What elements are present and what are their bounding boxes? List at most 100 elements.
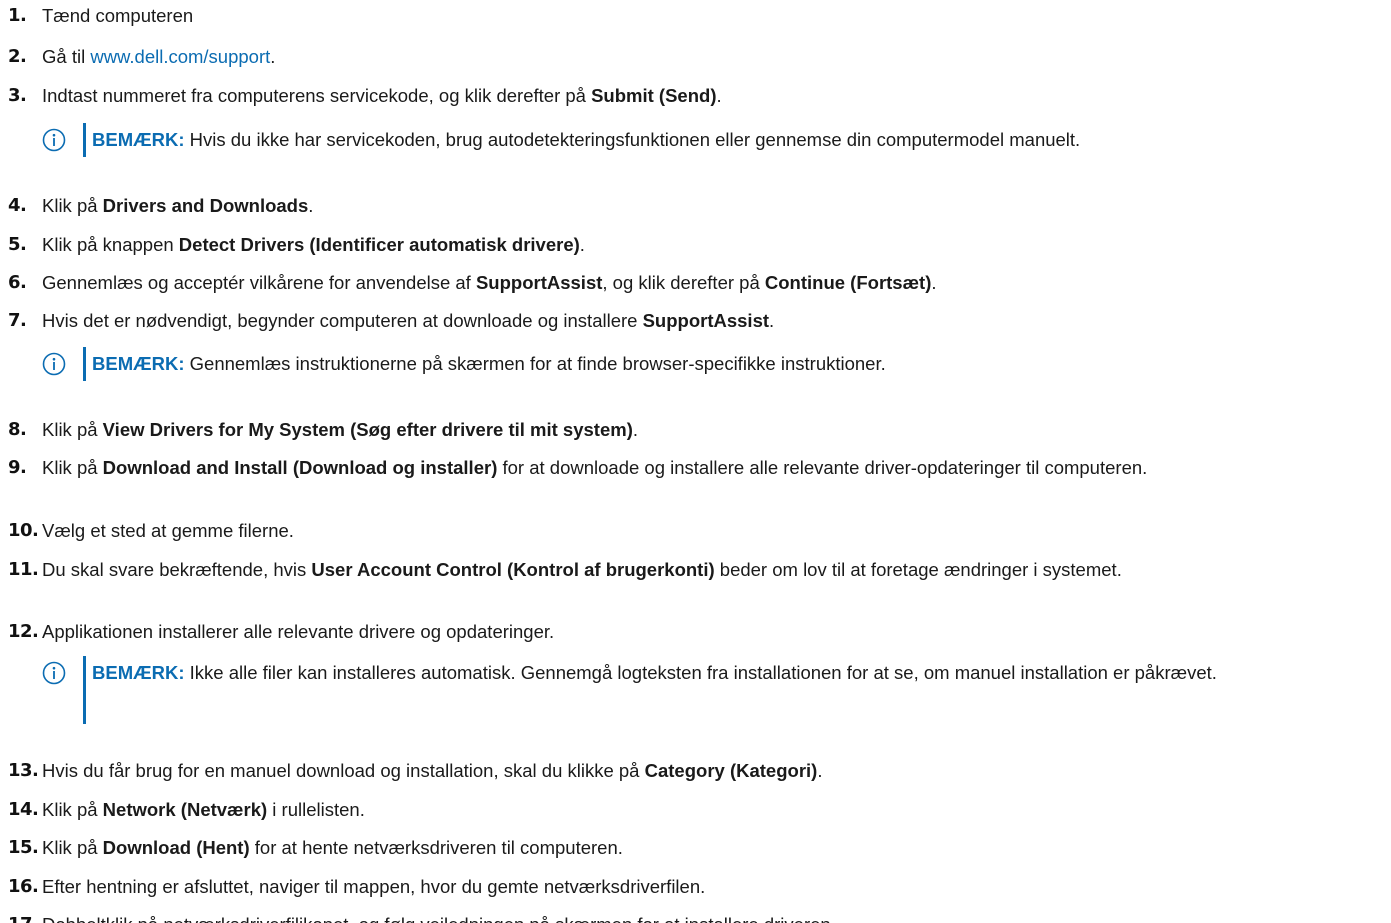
step-text-segment: for at downloade og installere alle rele… bbox=[497, 457, 1148, 478]
note-label: BEMÆRK: bbox=[92, 129, 185, 150]
step-text: Klik på Download (Hent) for at hente net… bbox=[42, 833, 1387, 862]
list-item: 3. Indtast nummeret fra computerens servi… bbox=[8, 81, 1387, 110]
note-text: BEMÆRK: Ikke alle filer kan installeres … bbox=[92, 656, 1387, 690]
note-accent-bar bbox=[83, 347, 86, 381]
step-text: Indtast nummeret fra computerens service… bbox=[42, 81, 1387, 110]
list-item: 11. Du skal svare bekræftende, hvis User … bbox=[8, 555, 1387, 584]
ui-term: Category (Kategori) bbox=[644, 760, 818, 781]
step-text-segment: Klik på bbox=[42, 799, 103, 820]
list-item: 14. Klik på Network (Netværk) i rullelist… bbox=[8, 795, 1387, 824]
list-item: 12. Applikationen installerer alle releva… bbox=[8, 617, 1387, 646]
list-item: 10. Vælg et sted at gemme filerne. bbox=[8, 516, 1387, 545]
step-text-segment: Efter hentning er afsluttet, naviger til… bbox=[42, 876, 706, 897]
step-text: Dobbeltklik på netværksdriverfilikonet, … bbox=[42, 910, 1387, 923]
step-number: 12. bbox=[8, 621, 39, 642]
step-number: 13. bbox=[8, 760, 39, 781]
step-text-segment: Gå til bbox=[42, 46, 91, 67]
list-item: 5. Klik på knappen Detect Drivers (Identi… bbox=[8, 230, 1387, 259]
info-circle-icon bbox=[42, 352, 66, 376]
step-text: Du skal svare bekræftende, hvis User Acc… bbox=[42, 555, 1387, 584]
note-body: Hvis du ikke har servicekoden, brug auto… bbox=[184, 129, 1081, 150]
step-text-segment: beder om lov til at foretage ændringer i… bbox=[714, 559, 1122, 580]
note-label: BEMÆRK: bbox=[92, 662, 185, 683]
step-number: 11. bbox=[8, 559, 39, 580]
step-text-segment: Gennemlæs og acceptér vilkårene for anve… bbox=[42, 272, 476, 293]
step-text-segment: . bbox=[308, 195, 314, 216]
step-text: Tænd computeren bbox=[42, 1, 1387, 30]
ui-term: Network (Netværk) bbox=[102, 799, 268, 820]
step-text-segment: Du skal svare bekræftende, hvis bbox=[42, 559, 312, 580]
ui-term: Submit (Send) bbox=[591, 85, 717, 106]
list-item: 15. Klik på Download (Hent) for at hente … bbox=[8, 833, 1387, 862]
step-number: 17. bbox=[8, 910, 42, 923]
step-text-segment: . bbox=[769, 310, 775, 331]
step-number: 14. bbox=[8, 799, 39, 820]
ui-term: SupportAssist bbox=[642, 310, 770, 331]
step-text-segment: Applikationen installerer alle relevante… bbox=[42, 621, 555, 642]
note-body: Ikke alle filer kan installeres automati… bbox=[184, 662, 1217, 683]
note-text: BEMÆRK: Hvis du ikke har servicekoden, b… bbox=[92, 123, 1387, 157]
ui-term: Drivers and Downloads bbox=[102, 195, 309, 216]
list-item: 17.Dobbeltklik på netværksdriverfilikone… bbox=[8, 910, 1387, 923]
step-text-segment: Dobbeltklik på netværksdriverfilikonet, … bbox=[42, 914, 836, 923]
step-number: 5. bbox=[8, 234, 27, 255]
list-item: 4. Klik på Drivers and Downloads. bbox=[8, 191, 1387, 220]
step-number: 2. bbox=[8, 46, 27, 67]
step-text-segment: . bbox=[270, 46, 276, 67]
step-text: Gennemlæs og acceptér vilkårene for anve… bbox=[42, 268, 1387, 297]
step-text: Klik på Download and Install (Download o… bbox=[42, 453, 1387, 482]
step-number: 4. bbox=[8, 195, 27, 216]
step-text-segment: Klik på bbox=[42, 419, 103, 440]
list-item: 9. Klik på Download and Install (Download… bbox=[8, 453, 1387, 482]
instruction-document: 1. Tænd computeren 2. Gå til www.dell.com/s… bbox=[0, 0, 1391, 923]
step-text-segment: , og klik derefter på bbox=[602, 272, 765, 293]
step-text-segment: Indtast nummeret fra computerens service… bbox=[42, 85, 592, 106]
ui-term: Continue (Fortsæt) bbox=[764, 272, 932, 293]
step-text-segment: . bbox=[579, 234, 585, 255]
step-text-segment: . bbox=[817, 760, 823, 781]
step-text: Efter hentning er afsluttet, naviger til… bbox=[42, 872, 1387, 901]
step-text-segment: Klik på bbox=[42, 837, 103, 858]
ui-term: View Drivers for My System (Søg efter dr… bbox=[102, 419, 633, 440]
list-item: 6. Gennemlæs og acceptér vilkårene for an… bbox=[8, 268, 1387, 297]
ui-term: Download (Hent) bbox=[102, 837, 250, 858]
note-box: BEMÆRK: Ikke alle filer kan installeres … bbox=[42, 656, 1387, 724]
step-text: Vælg et sted at gemme filerne. bbox=[42, 516, 1387, 545]
note-accent-bar bbox=[83, 656, 86, 724]
step-text: Klik på knappen Detect Drivers (Identifi… bbox=[42, 230, 1387, 259]
step-text-segment: Klik på bbox=[42, 457, 103, 478]
list-item: 1. Tænd computeren bbox=[8, 1, 1387, 30]
note-box: BEMÆRK: Gennemlæs instruktionerne på skæ… bbox=[42, 347, 1387, 381]
step-number: 16. bbox=[8, 876, 39, 897]
ui-term: Download and Install (Download og instal… bbox=[102, 457, 498, 478]
list-item: 16. Efter hentning er afsluttet, naviger … bbox=[8, 872, 1387, 901]
step-text-segment: . bbox=[716, 85, 722, 106]
note-text: BEMÆRK: Gennemlæs instruktionerne på skæ… bbox=[92, 347, 1387, 381]
step-text: Hvis det er nødvendigt, begynder compute… bbox=[42, 306, 1387, 335]
step-number: 10. bbox=[8, 520, 39, 541]
step-number: 1. bbox=[8, 5, 27, 26]
step-number: 9. bbox=[8, 457, 27, 478]
step-text-segment: Klik på knappen bbox=[42, 234, 179, 255]
support-link[interactable]: www.dell.com/support bbox=[90, 46, 270, 67]
step-text-segment: Klik på bbox=[42, 195, 103, 216]
step-text: Klik på View Drivers for My System (Søg … bbox=[42, 415, 1387, 444]
note-label: BEMÆRK: bbox=[92, 353, 185, 374]
list-item: 8. Klik på View Drivers for My System (Sø… bbox=[8, 415, 1387, 444]
note-box: BEMÆRK: Hvis du ikke har servicekoden, b… bbox=[42, 123, 1387, 157]
note-body: Gennemlæs instruktionerne på skærmen for… bbox=[184, 353, 886, 374]
step-text-segment: Tænd computeren bbox=[42, 5, 194, 26]
step-number: 7. bbox=[8, 310, 27, 331]
ui-term: SupportAssist bbox=[475, 272, 603, 293]
info-circle-icon bbox=[42, 661, 66, 685]
step-number: 6. bbox=[8, 272, 27, 293]
step-text: Gå til www.dell.com/support. bbox=[42, 42, 1387, 71]
step-number: 3. bbox=[8, 85, 27, 106]
step-number: 8. bbox=[8, 419, 27, 440]
step-text: Klik på Network (Netværk) i rullelisten. bbox=[42, 795, 1387, 824]
list-item: 7. Hvis det er nødvendigt, begynder compu… bbox=[8, 306, 1387, 335]
step-text: Hvis du får brug for en manuel download … bbox=[42, 756, 1387, 785]
step-text-segment: i rullelisten. bbox=[267, 799, 365, 820]
note-accent-bar bbox=[83, 123, 86, 157]
info-circle-icon bbox=[42, 128, 66, 152]
